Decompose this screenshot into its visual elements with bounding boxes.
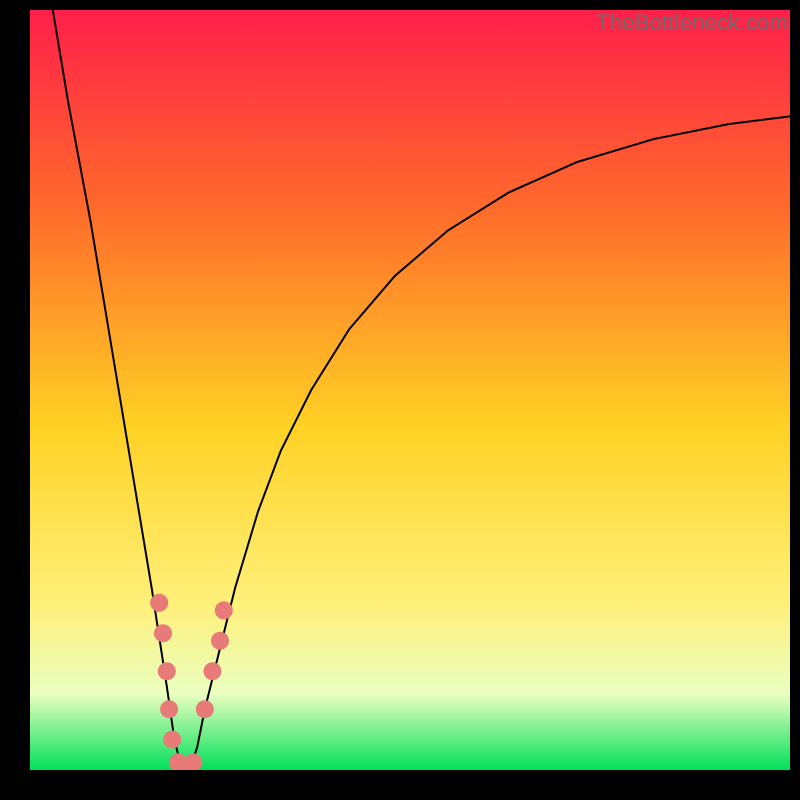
plot-area xyxy=(30,10,790,770)
data-markers xyxy=(150,594,233,770)
data-marker xyxy=(211,632,229,650)
data-marker xyxy=(184,753,202,770)
data-marker xyxy=(163,731,181,749)
data-marker xyxy=(150,594,168,612)
data-marker xyxy=(215,601,233,619)
data-marker xyxy=(203,662,221,680)
bottleneck-curve xyxy=(53,10,790,770)
data-marker xyxy=(158,662,176,680)
data-marker xyxy=(160,700,178,718)
curve-overlay xyxy=(30,10,790,770)
data-marker xyxy=(196,700,214,718)
data-marker xyxy=(154,624,172,642)
chart-frame: TheBottleneck.com xyxy=(0,0,800,800)
